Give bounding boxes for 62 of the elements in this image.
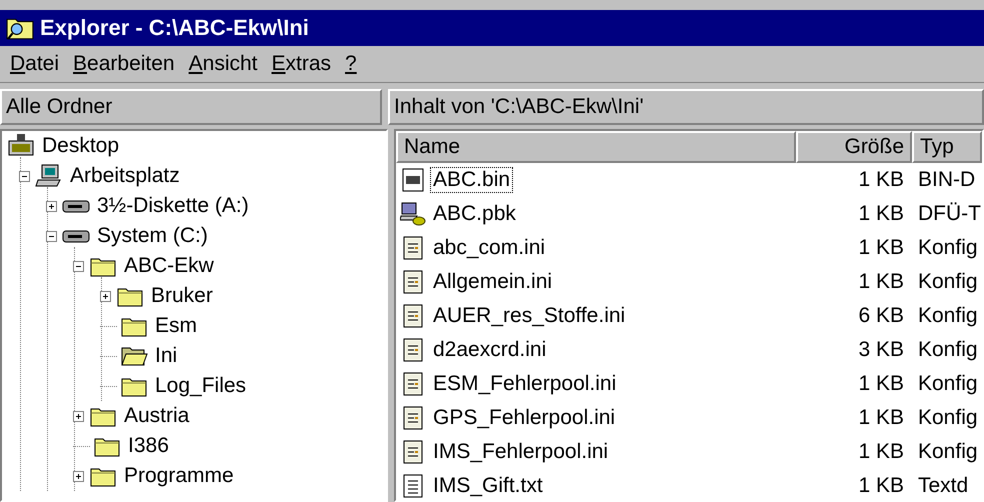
- file-type: Konfig: [917, 406, 979, 430]
- collapse-icon[interactable]: [73, 260, 84, 272]
- pane-header: Inhalt von 'C:\ABC-Ekw\Ini': [388, 89, 984, 125]
- file-size: 1 KB: [857, 202, 905, 226]
- menu-item[interactable]: ?: [345, 52, 357, 76]
- file-size: 1 KB: [857, 474, 905, 498]
- column-header[interactable]: Typ: [912, 131, 982, 163]
- expand-icon[interactable]: [46, 200, 57, 212]
- file-type: DFÜ-T: [917, 202, 982, 226]
- menu-item[interactable]: Datei: [10, 52, 60, 76]
- tree-item[interactable]: ABC-Ekw: [124, 254, 214, 278]
- file-type: Konfig: [917, 372, 979, 396]
- tree-item[interactable]: Log_Files: [155, 374, 246, 398]
- file-name[interactable]: ABC.bin: [430, 167, 514, 193]
- file-name[interactable]: abc_com.ini: [430, 235, 548, 261]
- tree-item[interactable]: Desktop: [42, 134, 120, 158]
- file-name[interactable]: IMS_Gift.txt: [430, 473, 546, 499]
- tree-item[interactable]: Austria: [124, 404, 190, 428]
- file-size: 1 KB: [857, 270, 905, 294]
- tree-item[interactable]: Arbeitsplatz: [70, 164, 180, 188]
- file-size: 3 KB: [857, 338, 905, 362]
- tree-item[interactable]: Ini: [155, 344, 178, 368]
- expand-icon[interactable]: [73, 410, 84, 422]
- menu-item[interactable]: Bearbeiten: [73, 52, 175, 76]
- menu-item[interactable]: Ansicht: [188, 52, 258, 76]
- menu-item[interactable]: Extras: [272, 52, 332, 76]
- tree-item[interactable]: Bruker: [151, 284, 213, 308]
- file-type: Textd: [917, 474, 970, 498]
- file-size: 1 KB: [857, 236, 905, 260]
- file-type: Konfig: [917, 270, 979, 294]
- file-name[interactable]: Allgemein.ini: [430, 269, 556, 295]
- file-size: 1 KB: [857, 168, 905, 192]
- window-title: Explorer - C:\ABC-Ekw\Ini: [40, 15, 309, 41]
- file-size: 1 KB: [857, 372, 905, 396]
- file-name[interactable]: ESM_Fehlerpool.ini: [430, 371, 620, 397]
- file-name[interactable]: d2aexcrd.ini: [430, 337, 550, 363]
- tree-item[interactable]: Programme: [124, 464, 234, 488]
- file-type: Konfig: [917, 304, 979, 328]
- binary-file-icon: [400, 167, 426, 193]
- expand-icon[interactable]: [100, 290, 111, 302]
- file-name[interactable]: AUER_res_Stoffe.ini: [430, 303, 628, 329]
- file-type: Konfig: [917, 440, 979, 464]
- file-name[interactable]: ABC.pbk: [430, 201, 519, 227]
- network-computer-icon: [400, 201, 426, 227]
- collapse-icon[interactable]: [19, 170, 30, 182]
- file-type: BIN-D: [917, 168, 976, 192]
- tree-item[interactable]: I386: [128, 434, 169, 458]
- file-name[interactable]: GPS_Fehlerpool.ini: [430, 405, 618, 431]
- column-header[interactable]: Größe: [796, 131, 912, 163]
- column-header[interactable]: Name: [396, 131, 796, 163]
- file-type: Konfig: [917, 338, 979, 362]
- file-size: 6 KB: [857, 304, 905, 328]
- file-name[interactable]: IMS_Fehlerpool.ini: [430, 439, 612, 465]
- tree-item[interactable]: Esm: [155, 314, 197, 338]
- collapse-icon[interactable]: [46, 230, 57, 242]
- file-size: 1 KB: [857, 440, 905, 464]
- expand-icon[interactable]: [73, 470, 84, 482]
- pane-header: Alle Ordner: [0, 89, 382, 125]
- tree-item[interactable]: System (C:): [97, 224, 208, 248]
- file-size: 1 KB: [857, 406, 905, 430]
- tree-item[interactable]: 3½-Diskette (A:): [97, 194, 249, 218]
- file-type: Konfig: [917, 236, 979, 260]
